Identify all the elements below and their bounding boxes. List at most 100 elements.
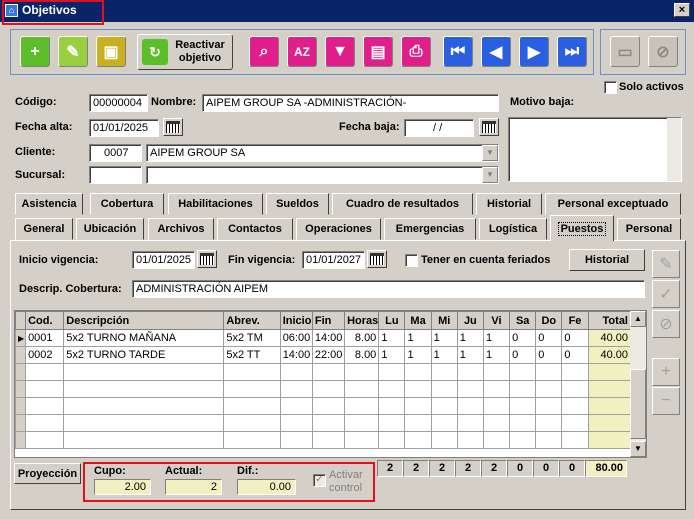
table-cell[interactable]: 0001 — [25, 329, 65, 347]
row-selector[interactable] — [15, 431, 27, 449]
table-cell[interactable]: 1 — [456, 329, 484, 347]
table-cell[interactable] — [25, 414, 65, 432]
column-header[interactable]: Do — [535, 311, 563, 330]
delete-doc-icon[interactable]: ▣ — [96, 36, 126, 67]
remove-row-icon[interactable]: − — [652, 387, 680, 415]
table-row[interactable] — [15, 414, 632, 432]
table-cell[interactable]: 0 — [561, 329, 589, 347]
table-cell[interactable]: 0 — [509, 329, 537, 347]
feriados-checkbox[interactable] — [405, 254, 418, 267]
table-cell[interactable] — [561, 431, 589, 449]
descrip-cobertura-field[interactable]: ADMINISTRACIÓN AIPEM — [132, 280, 645, 298]
check-icon[interactable]: ✓ — [652, 280, 680, 308]
column-header[interactable]: Fe — [561, 311, 589, 330]
table-cell[interactable] — [456, 431, 484, 449]
table-cell[interactable] — [404, 380, 432, 398]
table-cell[interactable]: 06:00 — [279, 329, 313, 347]
table-row[interactable] — [15, 397, 632, 415]
table-cell[interactable] — [344, 397, 380, 415]
table-row[interactable] — [15, 380, 632, 398]
search-icon[interactable]: ⌕ — [249, 36, 279, 67]
last-record-icon[interactable]: ⏭ — [557, 36, 587, 67]
tab-operaciones[interactable]: Operaciones — [296, 218, 381, 240]
table-row[interactable]: ▶ 0001 5x2 TURNO MAÑANA 5x2 TM 06:00 14:00 8.0… — [15, 329, 632, 347]
sucursal-select[interactable]: ▼ — [146, 166, 499, 184]
edit-icon[interactable]: ✎ — [652, 250, 680, 278]
activar-control-checkbox[interactable]: ✓ — [313, 474, 326, 487]
table-cell[interactable] — [378, 397, 406, 415]
table-cell[interactable] — [63, 397, 225, 415]
table-cell[interactable] — [587, 431, 632, 449]
table-cell[interactable] — [279, 414, 313, 432]
row-selector[interactable] — [15, 380, 27, 398]
column-header[interactable]: Total — [587, 311, 632, 330]
table-cell[interactable] — [223, 380, 281, 398]
table-cell[interactable]: 1 — [482, 329, 511, 347]
table-cell[interactable] — [509, 397, 537, 415]
cupo-field[interactable]: 2.00 — [94, 479, 151, 495]
table-cell[interactable] — [482, 431, 511, 449]
column-header[interactable]: Sa — [509, 311, 537, 330]
fin-vigencia-field[interactable]: 01/01/2027 — [302, 251, 365, 269]
motivo-baja-textarea[interactable] — [508, 117, 682, 182]
table-cell[interactable] — [430, 431, 458, 449]
tab-puestos[interactable]: Puestos — [550, 215, 614, 241]
table-cell[interactable]: 1 — [482, 346, 511, 364]
table-cell[interactable] — [456, 414, 484, 432]
table-cell[interactable] — [378, 431, 406, 449]
table-cell[interactable]: 0 — [509, 346, 537, 364]
add-row-icon[interactable]: + — [652, 358, 680, 386]
calendar-icon[interactable] — [163, 118, 183, 136]
tab-general[interactable]: General — [15, 218, 73, 240]
tab-personal-exceptuado[interactable]: Personal exceptuado — [545, 193, 681, 215]
table-row[interactable] — [15, 363, 632, 381]
cliente-select[interactable]: AIPEM GROUP SA ▼ — [146, 144, 499, 162]
table-cell[interactable] — [482, 363, 511, 381]
table-cell[interactable] — [63, 363, 225, 381]
tab-ubicacion[interactable]: Ubicación — [76, 218, 144, 240]
table-cell[interactable] — [561, 397, 589, 415]
table-cell[interactable]: 0002 — [25, 346, 65, 364]
table-cell[interactable] — [378, 363, 406, 381]
row-selector[interactable] — [15, 363, 27, 381]
solo-activos-checkbox[interactable] — [604, 81, 617, 94]
column-header[interactable]: Inicio — [279, 311, 313, 330]
grid-scrollbar[interactable]: ▲ ▼ — [630, 311, 646, 457]
table-cell[interactable] — [561, 363, 589, 381]
calendar-icon[interactable] — [367, 250, 387, 268]
table-cell[interactable]: 1 — [430, 329, 458, 347]
table-cell[interactable] — [430, 414, 458, 432]
table-cell[interactable]: 14:00 — [311, 329, 346, 347]
clipboard-icon[interactable]: ▤ — [363, 36, 393, 67]
table-cell[interactable]: 8.00 — [344, 329, 380, 347]
tab-archivos[interactable]: Archivos — [148, 218, 214, 240]
table-cell[interactable] — [25, 397, 65, 415]
chevron-down-icon[interactable]: ▼ — [482, 167, 498, 183]
table-row[interactable] — [15, 431, 632, 449]
table-cell[interactable]: 0 — [561, 346, 589, 364]
table-cell[interactable] — [344, 380, 380, 398]
table-cell[interactable] — [223, 414, 281, 432]
prev-record-icon[interactable]: ◀ — [481, 36, 511, 67]
table-cell[interactable] — [404, 414, 432, 432]
table-cell[interactable]: 1 — [404, 346, 432, 364]
print-icon[interactable]: ⎙ — [401, 36, 431, 67]
column-header[interactable]: Mi — [430, 311, 458, 330]
cancel-icon[interactable]: ⊘ — [652, 310, 680, 338]
fecha-alta-field[interactable]: 01/01/2025 — [89, 119, 159, 137]
table-cell[interactable] — [509, 380, 537, 398]
table-cell[interactable] — [311, 380, 346, 398]
edit-icon[interactable]: ✎ — [58, 36, 88, 67]
column-header[interactable]: Horas — [344, 311, 380, 330]
table-row[interactable]: 0002 5x2 TURNO TARDE 5x2 TT 14:00 22:00 8.00 1… — [15, 346, 632, 364]
calendar-icon[interactable] — [197, 250, 217, 268]
table-cell[interactable]: 5x2 TT — [223, 346, 281, 364]
table-cell[interactable] — [378, 414, 406, 432]
table-cell[interactable] — [509, 414, 537, 432]
row-selector[interactable] — [15, 346, 27, 364]
table-cell[interactable] — [311, 397, 346, 415]
sucursal-code-field[interactable] — [89, 166, 142, 184]
tab-historial[interactable]: Historial — [476, 193, 542, 215]
column-header[interactable]: Ma — [404, 311, 432, 330]
codigo-field[interactable]: 00000004 — [89, 94, 148, 112]
